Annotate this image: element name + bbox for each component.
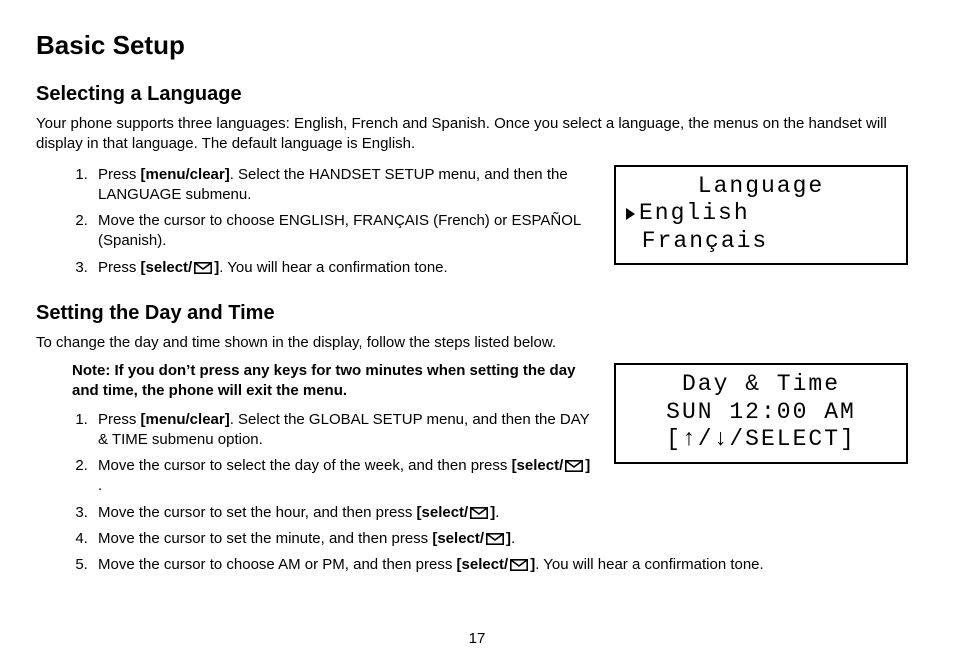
list-item: Press [menu/clear]. Select the GLOBAL SE… [92,408,594,455]
select-key-close: ] [585,456,590,476]
section2-steps-b: Move the cursor to set the hour, and the… [64,501,918,580]
list-item: Press [menu/clear]. Select the HANDSET S… [92,163,594,210]
step-text: . [511,530,515,547]
section2-steps-a: Press [menu/clear]. Select the GLOBAL SE… [64,408,594,501]
lcd-text: English [639,200,750,226]
envelope-icon [470,507,488,519]
section2-title: Setting the Day and Time [36,300,918,327]
list-item: Move the cursor to choose AM or PM, and … [92,553,918,579]
envelope-icon [486,533,504,545]
manual-page: Basic Setup Selecting a Language Your ph… [0,0,954,671]
lcd-line: Français [626,228,896,256]
lcd-language: Language English Français [614,165,908,266]
select-key: [select/] [432,529,511,549]
step-text: Move the cursor to select the day of the… [98,457,512,474]
page-number: 17 [0,629,954,649]
list-item: Move the cursor to select the day of the… [92,454,594,501]
step-text: Move the cursor to choose AM or PM, and … [98,556,457,573]
select-key-open: [select/ [141,258,193,278]
step-text: . [495,504,499,521]
section-selecting-language: Selecting a Language Your phone supports… [36,81,918,282]
select-key: [select/] [417,503,496,523]
note-text: Note: If you don’t press any keys for tw… [72,361,594,402]
page-title: Basic Setup [36,28,918,63]
step-text: . You will hear a confirmation tone. [219,259,447,276]
cursor-icon [626,208,635,220]
select-key: [select/] [457,555,536,575]
select-key-open: [select/ [432,529,484,549]
step-text: . [98,477,102,494]
envelope-icon [194,262,212,274]
step-text: Press [98,259,141,276]
select-key: [select/] [141,258,220,278]
step-text: Move the cursor to set the minute, and t… [98,530,432,547]
step-text: Move the cursor to set the hour, and the… [98,504,417,521]
list-item: Move the cursor to set the hour, and the… [92,501,918,527]
list-item: Move the cursor to set the minute, and t… [92,527,918,553]
lcd-line: SUN 12:00 AM [626,399,896,427]
step-text: Move the cursor to choose ENGLISH, FRANÇ… [98,212,581,249]
menu-clear-key: [menu/clear] [141,411,230,428]
lcd-line: [↑/↓/SELECT] [626,426,896,454]
menu-clear-key: [menu/clear] [141,166,230,183]
lcd-line: English [626,200,896,228]
section2-body: Note: If you don’t press any keys for tw… [36,361,918,501]
section1-body: Press [menu/clear]. Select the HANDSET S… [36,163,918,282]
section1-title: Selecting a Language [36,81,918,108]
section2-steps-wrap: Note: If you don’t press any keys for tw… [36,361,594,501]
lcd-day-time: Day & Time SUN 12:00 AM [↑/↓/SELECT] [614,363,908,464]
step-text: . You will hear a confirmation tone. [535,556,763,573]
select-key-open: [select/ [457,555,509,575]
envelope-icon [510,559,528,571]
list-item: Move the cursor to choose ENGLISH, FRANÇ… [92,209,594,256]
section-day-time: Setting the Day and Time To change the d… [36,300,918,580]
lcd-line: Day & Time [626,371,896,399]
section2-intro: To change the day and time shown in the … [36,333,918,353]
step-text: Press [98,411,141,428]
section1-intro: Your phone supports three languages: Eng… [36,114,918,155]
section1-steps-wrap: Press [menu/clear]. Select the HANDSET S… [36,163,594,282]
select-key-open: [select/ [512,456,564,476]
select-key: [select/] [512,456,591,476]
envelope-icon [565,460,583,472]
section1-steps: Press [menu/clear]. Select the HANDSET S… [64,163,594,282]
lcd-line: Language [626,173,896,201]
select-key-open: [select/ [417,503,469,523]
list-item: Press [select/]. You will hear a confirm… [92,256,594,282]
step-text: Press [98,166,141,183]
